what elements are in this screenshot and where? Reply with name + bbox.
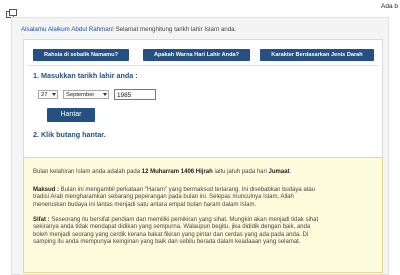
- step1-label: 1. Masukkan tarikh lahir anda :: [33, 71, 138, 80]
- maksud-line: Bulan ini mengambil perkataan "Haram" ya…: [59, 187, 316, 193]
- result-intro: Bulan kelahiran Islam anda adalah pada 1…: [33, 169, 374, 176]
- year-value: 1985: [117, 92, 132, 99]
- day-select[interactable]: 27: [38, 90, 58, 99]
- sifat-line: boleh menjadi seorang yang cerdik kerana…: [33, 231, 309, 238]
- greeting-message: Selamat menghitung tarikh lahir Islam an…: [113, 26, 237, 33]
- result-box: Bulan kelahiran Islam anda adalah pada 1…: [23, 157, 383, 273]
- maksud-paragraph: Maksud : Bulan ini mengambil perkataan "…: [33, 187, 374, 209]
- greeting: Alsalamu Alaikum Abdul Rahman! Selamat m…: [21, 26, 236, 33]
- intro-mid: iaitu jatuh pada hari: [212, 169, 269, 175]
- maksud-label: Maksud :: [33, 187, 60, 193]
- window-icon: [6, 5, 17, 18]
- submit-button[interactable]: Hantar: [47, 108, 95, 122]
- day-value: 27: [41, 92, 48, 98]
- intro-prefix: Bulan kelahiran Islam anda adalah pada: [33, 169, 142, 175]
- content-frame: Alsalamu Alaikum Abdul Rahman! Selamat m…: [11, 17, 389, 275]
- intro-suffix: .: [289, 169, 292, 175]
- divider: [27, 65, 379, 66]
- sifat-line: Seseorang itu bersifat pendiam dan memil…: [49, 217, 319, 223]
- sifat-line: sekiranya anda tidak mendapat didikan ya…: [33, 224, 311, 231]
- month-value: September: [66, 92, 95, 98]
- tab-karakter-jenis-darah[interactable]: Karakter Berdasarkan Jenis Darah: [260, 49, 374, 61]
- calculator-panel: Rahsia di sebalik Namamu? Apakah Warna H…: [23, 39, 383, 159]
- maksud-line: tradisi Arab mengharamkan sebarang peper…: [33, 194, 294, 201]
- tab-rahsia-nama[interactable]: Rahsia di sebalik Namamu?: [33, 49, 129, 61]
- hijri-date: 12 Muharram 1406 Hijrah: [141, 169, 213, 175]
- chevron-down-icon: [103, 93, 107, 96]
- top-right-text: Ada b: [381, 3, 398, 10]
- month-select[interactable]: September: [63, 90, 109, 99]
- sifat-paragraph: Sifat : Seseorang itu bersifat pendiam d…: [33, 217, 374, 247]
- chevron-down-icon: [52, 93, 56, 96]
- sifat-label: Sifat :: [33, 217, 50, 223]
- greeting-user-link[interactable]: Alsalamu Alaikum Abdul Rahman!: [21, 26, 114, 33]
- step2-label: 2. Klik butang hantar.: [33, 130, 106, 139]
- sifat-line: samping itu anda mempunyai keinginan yan…: [33, 239, 301, 246]
- year-input[interactable]: 1985: [114, 89, 156, 100]
- maksud-line: meneruskan budaya ini lantas menjadi sat…: [33, 201, 257, 208]
- day-name: Jumaat: [268, 169, 290, 175]
- tab-warna-hari-lahir[interactable]: Apakah Warna Hari Lahir Anda?: [143, 49, 250, 61]
